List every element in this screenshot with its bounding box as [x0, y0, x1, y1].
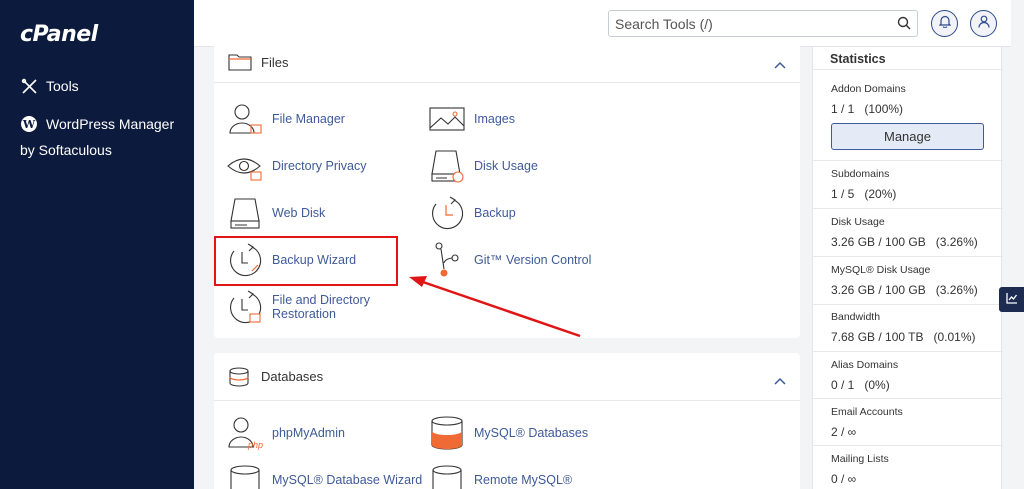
tool-mysql-database-wizard[interactable]: MySQL® Database Wizard — [226, 461, 422, 489]
tool-label: Backup — [474, 205, 516, 220]
tools-icon — [20, 77, 38, 95]
mysql-wizard-icon — [226, 461, 264, 489]
stat-mailing-lists: Mailing Lists 0 / ∞ — [813, 445, 1003, 489]
stat-label: Bandwidth — [831, 311, 881, 323]
tool-label: Directory Privacy — [272, 158, 367, 173]
wordpress-manager-sublabel: by Softaculous — [20, 142, 112, 158]
stat-alias-domains: Alias Domains 0 / 1 (0%) — [813, 351, 1003, 398]
tool-remote-mysql[interactable]: Remote MySQL® — [428, 461, 572, 489]
tool-label: File Manager — [272, 111, 345, 126]
stat-addon-domains: Addon Domains 1 / 1 (100%) Manage — [813, 69, 1003, 161]
remote-mysql-icon — [428, 461, 466, 489]
files-panel-header[interactable]: Files — [214, 41, 800, 83]
sidebar: cPanel Tools W WordPress Manager by Soft… — [0, 0, 194, 489]
tool-file-directory-restoration[interactable]: File and Directory Restoration — [226, 288, 370, 326]
wordpress-icon: W — [20, 115, 38, 133]
databases-panel-header[interactable]: Databases — [214, 353, 800, 401]
phpmyadmin-icon: php — [226, 414, 264, 452]
statistics-title: Statistics — [830, 52, 886, 66]
stats-toggle-button[interactable] — [999, 287, 1024, 312]
stat-label: Subdomains — [831, 168, 890, 180]
sidebar-item-label: Tools — [46, 78, 79, 94]
sidebar-item-label: WordPress Manager — [46, 116, 175, 132]
bell-icon — [938, 15, 951, 33]
scrollbar[interactable] — [1011, 0, 1024, 489]
stat-value: 0 / 1 (0%) — [831, 378, 890, 392]
folder-icon — [228, 53, 252, 76]
stat-label: Alias Domains — [831, 359, 899, 371]
tool-web-disk[interactable]: Web Disk — [226, 194, 325, 232]
file-manager-icon — [226, 100, 264, 138]
stat-subdomains: Subdomains 1 / 5 (20%) — [813, 160, 1003, 208]
stat-label: Disk Usage — [831, 216, 885, 228]
tool-mysql-databases[interactable]: MySQL® Databases — [428, 414, 588, 452]
directory-privacy-icon — [226, 147, 264, 185]
file-restoration-icon — [226, 288, 264, 326]
stat-value: 2 / ∞ — [831, 425, 857, 439]
tool-label: Images — [474, 111, 515, 126]
tool-label: phpMyAdmin — [272, 425, 345, 440]
stat-value: 3.26 GB / 100 GB (3.26%) — [831, 235, 978, 249]
tool-file-manager[interactable]: File Manager — [226, 100, 345, 138]
tool-directory-privacy[interactable]: Directory Privacy — [226, 147, 366, 185]
notifications-button[interactable] — [931, 10, 958, 37]
stat-bandwidth: Bandwidth 7.68 GB / 100 TB (0.01%) — [813, 304, 1003, 351]
tool-label: MySQL® Database Wizard — [272, 472, 423, 487]
chart-icon — [1005, 291, 1018, 309]
tool-label: File and Directory Restoration — [272, 293, 370, 322]
images-icon — [428, 100, 466, 138]
tool-label-line2: Restoration — [272, 307, 336, 321]
files-section-title: Files — [261, 55, 289, 70]
web-disk-icon — [226, 194, 264, 232]
stat-label: Email Accounts — [831, 406, 903, 418]
sidebar-item-wordpress-manager[interactable]: W WordPress Manager — [20, 115, 174, 133]
cpanel-logo[interactable]: cPanel — [20, 22, 98, 47]
mysql-databases-icon — [428, 414, 466, 452]
stat-email-accounts: Email Accounts 2 / ∞ — [813, 398, 1003, 445]
user-menu-button[interactable] — [970, 10, 997, 37]
stat-value: 3.26 GB / 100 GB (3.26%) — [831, 283, 978, 297]
search-input[interactable] — [609, 11, 879, 36]
sidebar-item-tools[interactable]: Tools — [20, 77, 79, 95]
annotation-arrow — [409, 276, 581, 338]
tool-label: Remote MySQL® — [474, 472, 573, 487]
stat-mysql-disk-usage: MySQL® Disk Usage 3.26 GB / 100 GB (3.26… — [813, 256, 1003, 304]
tool-label: Disk Usage — [474, 158, 538, 173]
search-icon[interactable] — [897, 16, 911, 35]
svg-text:php: php — [247, 440, 263, 450]
databases-section-title: Databases — [261, 369, 324, 384]
tool-label-line1: File and Directory — [272, 292, 370, 307]
tool-label: Web Disk — [272, 205, 326, 220]
tool-images[interactable]: Images — [428, 100, 515, 138]
stat-value: 7.68 GB / 100 TB (0.01%) — [831, 330, 976, 344]
manage-button[interactable]: Manage — [831, 123, 984, 150]
tool-backup[interactable]: Backup — [428, 194, 516, 232]
stat-label: MySQL® Disk Usage — [831, 264, 931, 276]
disk-usage-icon — [428, 147, 466, 185]
tool-label: MySQL® Databases — [474, 425, 589, 440]
chevron-up-icon[interactable] — [774, 372, 786, 390]
stat-label: Addon Domains — [831, 83, 906, 95]
stat-value: 1 / 5 (20%) — [831, 187, 897, 201]
database-icon — [228, 367, 250, 392]
tool-phpmyadmin[interactable]: php phpMyAdmin — [226, 414, 345, 452]
chevron-up-icon[interactable] — [774, 56, 786, 74]
statistics-panel: Statistics Addon Domains 1 / 1 (100%) Ma… — [812, 47, 1003, 489]
user-icon — [977, 15, 990, 33]
stat-value: 0 / ∞ — [831, 472, 857, 486]
stat-label: Mailing Lists — [831, 453, 889, 465]
top-bar — [194, 0, 1024, 47]
search-box — [608, 10, 918, 37]
backup-icon — [428, 194, 466, 232]
annotation-highlight-box — [214, 236, 398, 286]
tool-disk-usage[interactable]: Disk Usage — [428, 147, 538, 185]
svg-text:W: W — [22, 118, 36, 131]
stat-value: 1 / 1 (100%) — [831, 102, 904, 116]
stat-disk-usage: Disk Usage 3.26 GB / 100 GB (3.26%) — [813, 208, 1003, 256]
